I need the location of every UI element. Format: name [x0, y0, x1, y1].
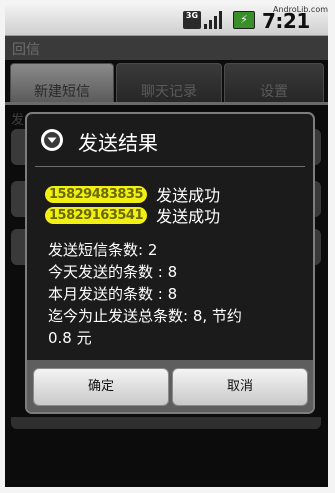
stat-sent-count: 发送短信条数: 2 [48, 241, 158, 259]
phone-number: 15829483835 [45, 185, 147, 203]
tab-new-message[interactable]: 新建短信 [10, 63, 114, 103]
device-frame: 3G ⚡ 7:21 AM AndroLib.com 回信 新建短信 聊天记录 [0, 0, 335, 493]
signal-bar [209, 20, 212, 29]
phone-number: 15829163541 [45, 206, 147, 224]
cancel-button[interactable]: 取消 [172, 368, 308, 406]
send-statistics: 发送短信条数: 2 今天发送的条数 : 8 本月发送的条数 : 8 迄今为止发送… [48, 239, 302, 349]
signal-bar [204, 24, 207, 29]
stat-total-count: 迄今为止发送总条数: 8, 节约 [48, 307, 242, 325]
tab-strip: 新建短信 聊天记录 设置 [5, 63, 328, 103]
watermark: AndroLib.com [273, 5, 328, 14]
send-result-dialog: 发送结果 15829483835 发送成功 15829163541 发送成功 发… [25, 112, 315, 414]
recipient-label: 发 [11, 113, 25, 128]
network-type: 3G [185, 11, 199, 20]
confirm-button[interactable]: 确定 [33, 368, 169, 406]
stat-today-count: 今天发送的条数 : 8 [48, 263, 178, 281]
stat-savings: 0.8 元 [48, 329, 92, 347]
tab-underline [5, 102, 328, 105]
tab-label: 聊天记录 [141, 84, 197, 100]
signal-bar [214, 16, 217, 29]
app-title-bar: 回信 [5, 36, 328, 60]
tab-settings[interactable]: 设置 [224, 63, 324, 103]
status-bar: 3G ⚡ 7:21 AM AndroLib.com [5, 5, 328, 57]
divider [35, 166, 305, 167]
result-status: 发送成功 [156, 207, 221, 226]
result-row: 15829483835 发送成功 [45, 182, 220, 205]
dialog-title: 发送结果 [78, 131, 158, 155]
stat-month-count: 本月发送的条数 : 8 [48, 285, 178, 303]
phone-screen: 3G ⚡ 7:21 AM AndroLib.com 回信 新建短信 聊天记录 [5, 5, 328, 487]
dialog-header: 发送结果 [27, 114, 313, 166]
tab-label: 新建短信 [34, 84, 90, 100]
3g-icon: 3G [183, 11, 201, 29]
send-area [11, 417, 321, 429]
dialog-button-bar: 确定 取消 [27, 360, 313, 412]
chevron-down-circle-icon [41, 129, 63, 151]
signal-bar [219, 11, 222, 29]
app-title: 回信 [12, 42, 40, 58]
tab-chat-history[interactable]: 聊天记录 [116, 63, 222, 103]
tab-label: 设置 [260, 84, 288, 100]
result-row: 15829163541 发送成功 [45, 203, 221, 226]
signal-icon [204, 11, 224, 29]
battery-charging-icon: ⚡ [233, 11, 255, 29]
